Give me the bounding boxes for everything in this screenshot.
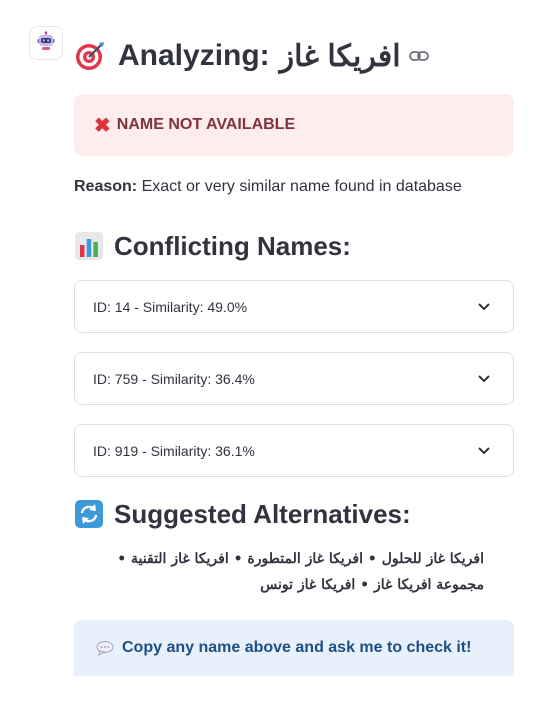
chevron-down-icon[interactable] — [477, 299, 491, 315]
conflict-expander[interactable]: ID: 759 - Similarity: 36.4% — [74, 352, 514, 405]
error-alert: ✖ NAME NOT AVAILABLE — [74, 94, 514, 156]
reason-line: Reason: Exact or very similar name found… — [74, 178, 514, 196]
chevron-down-icon[interactable] — [477, 371, 491, 387]
chat-message: Analyzing: افريكا غاز ✖ NAME NOT AVAILAB… — [74, 36, 514, 676]
error-text: NAME NOT AVAILABLE — [116, 116, 296, 133]
suggested-alternatives-heading: Suggested Alternatives: — [74, 496, 514, 532]
refresh-icon — [74, 499, 104, 529]
conflicting-names-title: Conflicting Names: — [114, 230, 351, 261]
page-title: Analyzing: افريكا غاز — [74, 36, 514, 76]
conflict-list: ID: 14 - Similarity: 49.0% ID: 759 - Sim… — [74, 280, 514, 477]
alternatives-list: افريكا غاز للحلول • افريكا غاز المتطورة … — [117, 551, 484, 593]
reason-label: Reason: — [74, 178, 138, 195]
cross-mark-icon: ✖ — [94, 114, 111, 137]
link-icon[interactable] — [408, 49, 429, 63]
reason-text: Exact or very similar name found in data… — [137, 178, 462, 195]
title-prefix: Analyzing: — [118, 39, 270, 72]
conflict-expander[interactable]: ID: 14 - Similarity: 49.0% — [74, 280, 514, 333]
speech-bubble-icon — [96, 640, 114, 656]
info-box: Copy any name above and ask me to check … — [74, 620, 514, 676]
conflict-label: ID: 919 - Similarity: 36.1% — [93, 442, 255, 459]
suggested-alternatives-title: Suggested Alternatives: — [114, 498, 411, 529]
conflict-label: ID: 14 - Similarity: 49.0% — [93, 298, 248, 315]
conflict-expander[interactable]: ID: 919 - Similarity: 36.1% — [74, 424, 514, 477]
conflicting-names-heading: Conflicting Names: — [74, 228, 514, 264]
bar-chart-icon — [74, 231, 104, 261]
target-icon — [74, 40, 106, 72]
chevron-down-icon[interactable] — [477, 443, 491, 459]
info-text: Copy any name above and ask me to check … — [122, 639, 472, 656]
conflict-label: ID: 759 - Similarity: 36.4% — [93, 370, 255, 387]
assistant-avatar — [29, 26, 63, 60]
robot-icon — [36, 31, 56, 55]
title-company-name: افريكا غاز — [279, 39, 401, 73]
